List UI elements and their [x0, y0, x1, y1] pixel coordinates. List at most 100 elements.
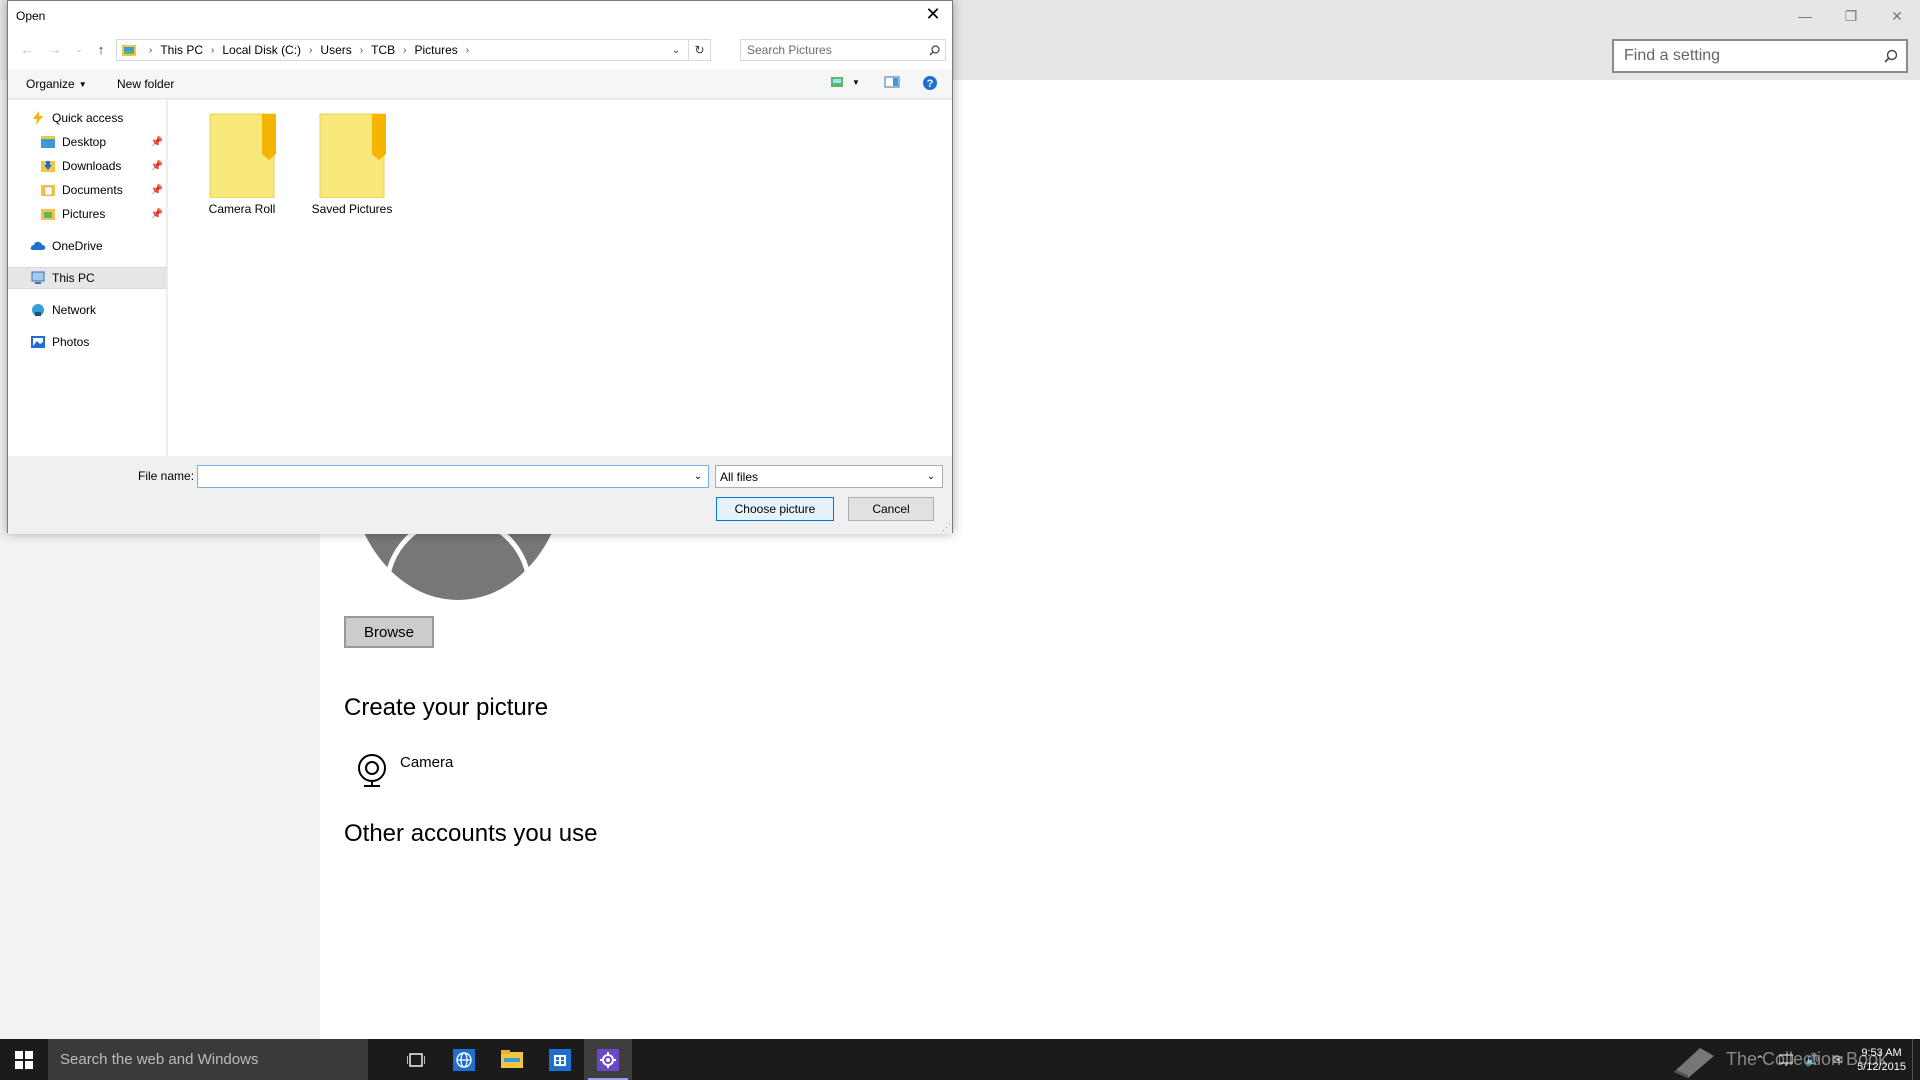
nav-item-documents[interactable]: Documents 📌: [8, 179, 167, 201]
nav-item-downloads[interactable]: Downloads 📌: [8, 155, 167, 177]
new-folder-label: New folder: [117, 77, 175, 91]
cancel-button[interactable]: Cancel: [848, 497, 934, 521]
nav-item-desktop[interactable]: Desktop 📌: [8, 131, 167, 153]
choose-picture-button[interactable]: Choose picture: [716, 497, 834, 521]
nav-item-pictures[interactable]: Pictures 📌: [8, 203, 167, 225]
breadcrumb-this-pc[interactable]: This PC: [160, 43, 203, 57]
close-icon[interactable]: ✕: [1874, 0, 1920, 32]
pin-icon[interactable]: 📌: [151, 137, 163, 148]
computer-icon: [30, 270, 46, 286]
other-accounts-heading: Other accounts you use: [344, 820, 598, 847]
folder-item[interactable]: Camera Roll: [197, 112, 287, 222]
nav-label: Network: [52, 303, 97, 317]
file-name-input[interactable]: [202, 469, 688, 484]
folder-icon: [316, 112, 388, 199]
file-name-label: File name:: [138, 469, 195, 483]
file-type-select[interactable]: All files ⌄: [715, 465, 943, 488]
nav-label: OneDrive: [52, 239, 103, 253]
nav-label: Desktop: [62, 135, 107, 149]
network-icon: [30, 302, 46, 318]
book-icon: [1674, 1047, 1714, 1078]
pictures-icon: [40, 206, 56, 222]
help-icon[interactable]: ?: [922, 75, 938, 91]
folder-item[interactable]: Saved Pictures: [307, 112, 397, 222]
pictures-location-icon: [117, 43, 141, 57]
nav-label: Photos: [52, 335, 90, 349]
taskbar-search-input[interactable]: [60, 1051, 368, 1068]
file-list-pane: Camera Roll Saved Pictures: [168, 100, 952, 456]
nav-label: Downloads: [62, 159, 122, 173]
forward-arrow-icon[interactable]: →: [46, 40, 64, 58]
navigation-pane: Quick access Desktop 📌 Downloads 📌 Docum…: [8, 100, 167, 456]
photos-icon: [30, 334, 46, 350]
breadcrumb-pictures[interactable]: Pictures: [414, 43, 457, 57]
store-icon[interactable]: [536, 1039, 584, 1080]
find-setting-search[interactable]: [1612, 39, 1908, 73]
new-folder-button[interactable]: New folder: [117, 77, 174, 91]
nav-item-this-pc[interactable]: This PC: [8, 267, 167, 289]
restore-icon[interactable]: ❐: [1828, 0, 1874, 32]
file-type-value: All files: [720, 469, 759, 484]
find-setting-input[interactable]: [1624, 47, 1876, 65]
search-icon[interactable]: [1876, 49, 1906, 63]
chevron-down-icon[interactable]: ⌄: [688, 471, 708, 482]
organize-button[interactable]: Organize ▼: [26, 77, 87, 91]
action-center-icon[interactable]: ✉: [1825, 1039, 1851, 1080]
show-desktop-button[interactable]: [1912, 1039, 1920, 1080]
view-options-chevron-icon[interactable]: ▼: [852, 78, 860, 87]
search-pictures-box[interactable]: [740, 39, 946, 61]
camera-icon: [352, 750, 392, 790]
pin-icon[interactable]: 📌: [151, 209, 163, 220]
nav-item-quick-access[interactable]: Quick access: [8, 107, 167, 129]
lightning-icon: [30, 110, 46, 126]
file-name-field[interactable]: ⌄: [197, 465, 709, 488]
taskbar-search[interactable]: [48, 1039, 368, 1080]
dialog-bottom-area: File name: ⌄ All files ⌄ Choose picture …: [8, 456, 952, 534]
file-explorer-icon[interactable]: [488, 1039, 536, 1080]
cloud-icon: [30, 238, 46, 254]
refresh-icon[interactable]: ↻: [688, 40, 710, 60]
chevron-up-icon[interactable]: ⌃: [1747, 1039, 1773, 1080]
back-arrow-icon[interactable]: ←: [18, 40, 36, 58]
breadcrumb-tcb[interactable]: TCB: [371, 43, 395, 57]
documents-icon: [40, 182, 56, 198]
svg-text:?: ?: [927, 78, 934, 90]
organize-label: Organize: [26, 77, 75, 91]
nav-item-onedrive[interactable]: OneDrive: [8, 235, 167, 257]
change-view-icon[interactable]: ▼: [830, 75, 860, 89]
window-controls: ― ❐ ✕: [1782, 0, 1920, 32]
dialog-titlebar: Open ✕: [8, 1, 952, 31]
resize-grip-icon[interactable]: ⋰: [942, 522, 951, 533]
desktop-icon: [40, 134, 56, 150]
up-arrow-icon[interactable]: ↑: [92, 40, 110, 58]
downloads-icon: [40, 158, 56, 174]
nav-item-photos[interactable]: Photos: [8, 331, 167, 353]
ie-icon[interactable]: [440, 1039, 488, 1080]
breadcrumb-users[interactable]: Users: [320, 43, 351, 57]
nav-label: This PC: [52, 271, 95, 285]
volume-icon[interactable]: 🔊: [1799, 1039, 1825, 1080]
pin-icon[interactable]: 📌: [151, 161, 163, 172]
recent-locations-icon[interactable]: ⌄: [70, 40, 88, 58]
search-pictures-input[interactable]: [747, 43, 923, 57]
minimize-icon[interactable]: ―: [1782, 0, 1828, 32]
nav-item-network[interactable]: Network: [8, 299, 167, 321]
preview-pane-icon[interactable]: [884, 75, 900, 89]
address-bar[interactable]: › This PC › Local Disk (C:) › Users › TCB › P…: [116, 39, 711, 61]
chevron-down-icon[interactable]: ⌄: [922, 471, 940, 482]
chevron-down-icon[interactable]: ⌄: [666, 40, 686, 60]
start-button[interactable]: [0, 1039, 48, 1080]
close-icon[interactable]: ✕: [918, 1, 948, 27]
search-icon[interactable]: [923, 44, 945, 56]
breadcrumb-local-disk[interactable]: Local Disk (C:): [222, 43, 301, 57]
network-status-icon[interactable]: [1773, 1039, 1799, 1080]
folder-label: Camera Roll: [208, 202, 276, 216]
camera-option[interactable]: Camera: [352, 750, 453, 790]
taskbar: The Collection Book ⌃ 🔊 ✉ 9:53 AM 5/12/2…: [0, 1039, 1920, 1080]
settings-icon[interactable]: [584, 1039, 632, 1080]
clock[interactable]: 9:53 AM 5/12/2015: [1857, 1046, 1906, 1074]
pin-icon[interactable]: 📌: [151, 185, 163, 196]
task-view-icon[interactable]: [392, 1039, 440, 1080]
browse-button[interactable]: Browse: [344, 616, 434, 648]
dialog-toolbar: Organize ▼ New folder ▼ ?: [8, 69, 952, 99]
